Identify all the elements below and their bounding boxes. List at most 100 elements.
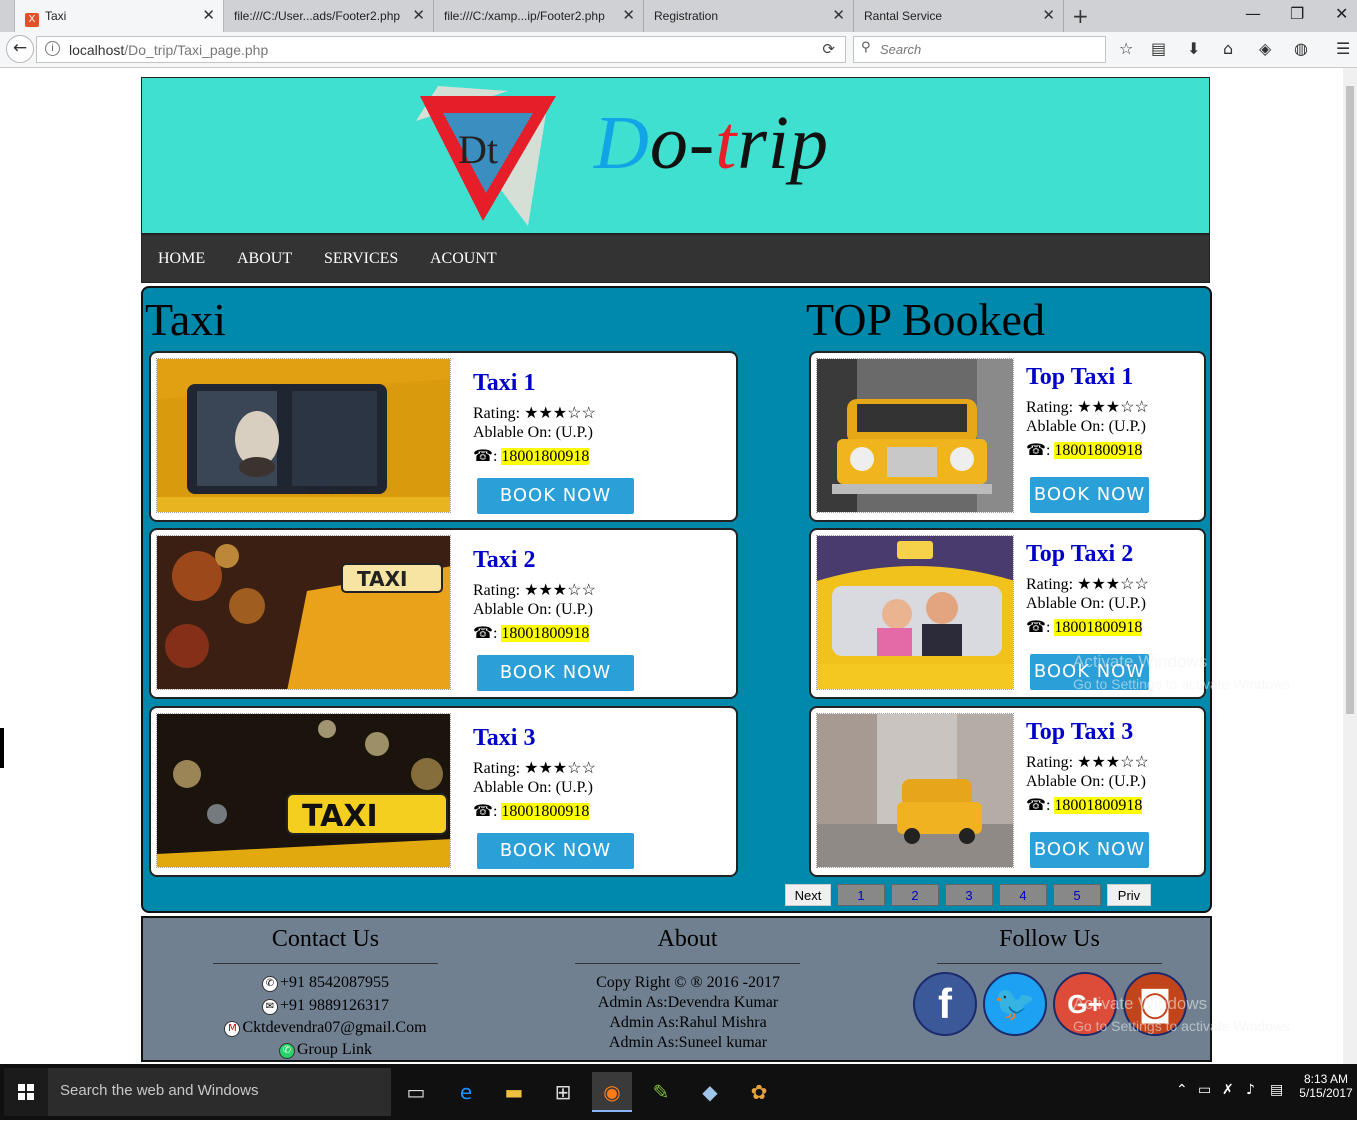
close-tab-icon[interactable]: ✕ xyxy=(202,6,215,24)
tab-label: file:///C:/User...ads/Footer2.php xyxy=(234,9,401,23)
taxi-phone-line: ☎: 18001800918 xyxy=(473,448,590,465)
firefox-icon[interactable]: ◉ xyxy=(592,1072,632,1112)
tab-rantal-service[interactable]: Rantal Service ✕ xyxy=(854,0,1064,32)
footer-divider xyxy=(213,963,438,964)
edge-icon[interactable]: e xyxy=(446,1072,486,1112)
top-taxi-name[interactable]: Top Taxi 2 xyxy=(1026,541,1133,568)
taxi-name[interactable]: Taxi 3 xyxy=(473,725,535,752)
top-taxi-card: Top Taxi 1 Rating: ★★★☆☆ Ablable On: (U.… xyxy=(809,351,1206,522)
tab-label: Rantal Service xyxy=(864,9,943,23)
menu-acount[interactable]: ACOUNT xyxy=(430,250,497,268)
notifications-icon[interactable]: ▤ xyxy=(1270,1082,1283,1098)
reading-list-icon[interactable]: ▤ xyxy=(1151,39,1166,58)
task-view-icon[interactable]: ▭ xyxy=(396,1072,436,1112)
tab-label: Registration xyxy=(654,9,719,23)
volume-icon[interactable]: ♪ xyxy=(1246,1082,1255,1098)
copyright-text: Copy Right © ® 2016 -2017 xyxy=(596,974,780,991)
follow-us-heading: Follow Us xyxy=(999,926,1100,952)
menu-about[interactable]: ABOUT xyxy=(237,250,292,268)
next-page-button[interactable]: Next xyxy=(785,884,831,906)
phone-icon: ☎ xyxy=(1026,619,1046,636)
home-icon[interactable]: ⌂ xyxy=(1223,39,1233,58)
tab-label: file:///C:/xamp...ip/Footer2.php xyxy=(444,9,605,23)
taxi-name[interactable]: Taxi 1 xyxy=(473,370,535,397)
network-icon[interactable]: ✗ xyxy=(1222,1082,1234,1098)
taxi-availability: Ablable On: (U.P.) xyxy=(473,424,593,441)
top-taxi-photo-toy-cab xyxy=(816,713,1014,868)
minimize-icon[interactable]: — xyxy=(1245,4,1261,23)
activate-windows-subtext: Go to Settings to activate Windows. xyxy=(1073,1018,1294,1034)
book-now-button[interactable]: BOOK NOW xyxy=(477,478,634,514)
scrollbar-thumb[interactable] xyxy=(1346,86,1354,714)
footer-divider xyxy=(937,963,1162,964)
bookmark-star-icon[interactable]: ☆ xyxy=(1119,39,1133,58)
book-now-button[interactable]: BOOK NOW xyxy=(477,655,634,691)
taxi-rating: Rating: ★★★☆☆ xyxy=(473,405,596,422)
page-1-link[interactable]: 1 xyxy=(837,884,885,906)
menu-home[interactable]: HOME xyxy=(158,250,205,268)
address-bar[interactable]: i localhost/Do_trip/Taxi_page.php ⟳ xyxy=(36,36,846,63)
whatsapp-group-link[interactable]: ✆ Group Link xyxy=(173,1041,478,1059)
tab-footer2-downloads[interactable]: file:///C:/User...ads/Footer2.php ✕ xyxy=(224,0,434,32)
page-scrollbar[interactable] xyxy=(1343,68,1357,1064)
windows-start-icon[interactable] xyxy=(4,1068,48,1116)
facebook-icon[interactable]: f xyxy=(913,972,977,1036)
close-window-icon[interactable]: ✕ xyxy=(1335,4,1348,23)
taxi-name[interactable]: Taxi 2 xyxy=(473,547,535,574)
admin-line: Admin As:Rahul Mishra xyxy=(609,1014,767,1031)
pocket-icon[interactable]: ◈ xyxy=(1259,39,1271,58)
tray-chevron-icon[interactable]: ⌃ xyxy=(1176,1082,1188,1098)
battery-icon[interactable]: ▭ xyxy=(1198,1082,1211,1098)
top-taxi-name[interactable]: Top Taxi 1 xyxy=(1026,364,1133,391)
top-taxi-photo-vintage-cab xyxy=(816,358,1014,513)
site-footer: Contact Us ✆ +91 8542087955 ✉ +91 98891263… xyxy=(141,916,1212,1062)
extension-icon[interactable]: ◍ xyxy=(1294,39,1308,58)
close-tab-icon[interactable]: ✕ xyxy=(1042,6,1055,24)
windows-taskbar: Search the web and Windows ▭ e ▬ ⊞ ◉ ✎ ◆… xyxy=(0,1064,1357,1120)
info-icon[interactable]: i xyxy=(45,41,60,56)
taxi-rating: Rating: ★★★☆☆ xyxy=(473,582,596,599)
taxi-phone-number: 18001800918 xyxy=(501,448,590,465)
page-5-link[interactable]: 5 xyxy=(1053,884,1101,906)
contact-email[interactable]: M Cktdevendra07@gmail.Com xyxy=(173,1019,478,1037)
phone-icon: ☎ xyxy=(473,625,493,642)
top-taxi-card: Top Taxi 2 Rating: ★★★☆☆ Ablable On: (U.… xyxy=(809,528,1206,699)
paint-icon[interactable]: ✿ xyxy=(739,1072,779,1112)
tab-taxi[interactable]: X Taxi ✕ xyxy=(14,0,224,32)
page-2-link[interactable]: 2 xyxy=(891,884,939,906)
restore-icon[interactable]: ❐ xyxy=(1290,4,1304,23)
tab-registration[interactable]: Registration ✕ xyxy=(644,0,854,32)
taxi-availability: Ablable On: (U.P.) xyxy=(473,779,593,796)
top-taxi-availability: Ablable On: (U.P.) xyxy=(1026,418,1146,435)
taskbar-clock[interactable]: 8:13 AM 5/15/2017 xyxy=(1296,1072,1356,1100)
back-arrow-icon[interactable]: ← xyxy=(6,35,34,63)
url-host: localhost xyxy=(69,42,125,58)
search-input[interactable]: ⚲ Search xyxy=(853,36,1106,63)
file-explorer-icon[interactable]: ▬ xyxy=(494,1072,534,1112)
book-now-button[interactable]: BOOK NOW xyxy=(477,833,634,869)
top-taxi-name[interactable]: Top Taxi 3 xyxy=(1026,719,1133,746)
app-icon[interactable]: ◆ xyxy=(690,1072,730,1112)
notepad-plus-icon[interactable]: ✎ xyxy=(641,1072,681,1112)
menu-hamburger-icon[interactable]: ☰ xyxy=(1336,39,1350,58)
menu-services[interactable]: SERVICES xyxy=(324,250,398,268)
book-now-button[interactable]: BOOK NOW xyxy=(1030,477,1149,513)
tab-footer2-xampp[interactable]: file:///C:/xamp...ip/Footer2.php ✕ xyxy=(434,0,644,32)
store-icon[interactable]: ⊞ xyxy=(543,1072,583,1112)
taxi-rating: Rating: ★★★☆☆ xyxy=(473,760,596,777)
download-icon[interactable]: ⬇ xyxy=(1187,39,1200,58)
admin-line: Admin As:Devendra Kumar xyxy=(597,994,779,1011)
page-4-link[interactable]: 4 xyxy=(999,884,1047,906)
close-tab-icon[interactable]: ✕ xyxy=(412,6,425,24)
twitter-icon[interactable]: 🐦 xyxy=(983,972,1047,1036)
book-now-button[interactable]: BOOK NOW xyxy=(1030,832,1149,868)
page-3-link[interactable]: 3 xyxy=(945,884,993,906)
close-tab-icon[interactable]: ✕ xyxy=(622,6,635,24)
taskbar-search-input[interactable]: Search the web and Windows xyxy=(48,1068,391,1116)
about-heading: About xyxy=(657,926,718,952)
top-booked-section-title: TOP Booked xyxy=(806,294,1045,345)
close-tab-icon[interactable]: ✕ xyxy=(832,6,845,24)
reload-icon[interactable]: ⟳ xyxy=(822,40,835,58)
new-tab-icon[interactable]: + xyxy=(1072,4,1089,28)
prev-page-button[interactable]: Priv xyxy=(1107,884,1151,906)
